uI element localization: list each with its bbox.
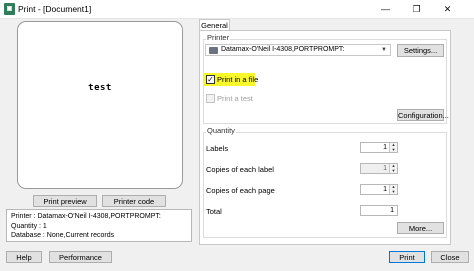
close-window-button[interactable]: ✕: [436, 0, 459, 19]
printer-select[interactable]: Datamax-O'Neil I-4308,PORTPROMPT: ▼: [205, 44, 391, 56]
total-value: 1: [360, 205, 398, 216]
settings-button[interactable]: Settings...: [397, 44, 444, 57]
print-preview-button[interactable]: Print preview: [33, 195, 97, 207]
print-button[interactable]: Print: [389, 251, 425, 263]
summary-quantity: Quantity : 1: [11, 222, 47, 230]
configuration-button[interactable]: Configuration...: [397, 109, 449, 121]
chevron-down-icon: ▼: [381, 47, 387, 53]
app-icon: ▣: [4, 3, 15, 15]
close-button[interactable]: Close: [431, 251, 469, 263]
title-bar: ▣ Print - [Document1] — ❐ ✕: [0, 0, 474, 19]
copies-page-label: Copies of each page: [206, 186, 275, 195]
total-label: Total: [206, 207, 222, 216]
spin-arrows-icon[interactable]: ▲ ▼: [389, 142, 397, 152]
copies-page-stepper[interactable]: 1 ▲ ▼: [360, 184, 398, 195]
print-test-checkbox[interactable]: [206, 94, 215, 103]
printer-select-value: Datamax-O'Neil I-4308,PORTPROMPT:: [221, 46, 345, 53]
print-summary: Printer : Datamax-O'Neil I-4308,PORTPROM…: [6, 209, 192, 242]
label-preview: test: [17, 21, 183, 189]
summary-printer: Printer : Datamax-O'Neil I-4308,PORTPROM…: [11, 213, 161, 220]
labels-value: 1: [383, 144, 387, 151]
more-button[interactable]: More...: [397, 222, 444, 234]
labels-label: Labels: [206, 144, 229, 153]
copies-page-value: 1: [383, 186, 387, 193]
printer-group-label: Printer: [206, 33, 231, 42]
performance-button[interactable]: Performance: [49, 251, 112, 263]
labels-stepper[interactable]: 1 ▲ ▼: [360, 142, 398, 153]
copies-label-value: 1: [383, 165, 387, 172]
print-to-file-label: Print in a file: [217, 75, 259, 84]
copies-label-stepper[interactable]: 1 ▲ ▼: [360, 163, 398, 174]
window-title: Print - [Document1]: [18, 4, 92, 14]
restore-button[interactable]: ❐: [405, 0, 428, 19]
spin-arrows-icon[interactable]: ▲ ▼: [389, 163, 397, 173]
print-to-file-checkbox[interactable]: ✓: [206, 75, 215, 84]
summary-database: Database : None,Current records: [11, 232, 115, 239]
printer-code-button[interactable]: Printer code: [102, 195, 166, 207]
print-test-label: Print a test: [217, 94, 253, 103]
spin-arrows-icon[interactable]: ▲ ▼: [389, 184, 397, 194]
help-button[interactable]: Help: [6, 251, 42, 263]
quantity-group-label: Quantity: [206, 126, 236, 135]
minimize-button[interactable]: —: [374, 0, 397, 19]
copies-label-label: Copies of each label: [206, 165, 274, 174]
preview-label-text: test: [88, 83, 112, 93]
printer-icon: [209, 47, 218, 54]
